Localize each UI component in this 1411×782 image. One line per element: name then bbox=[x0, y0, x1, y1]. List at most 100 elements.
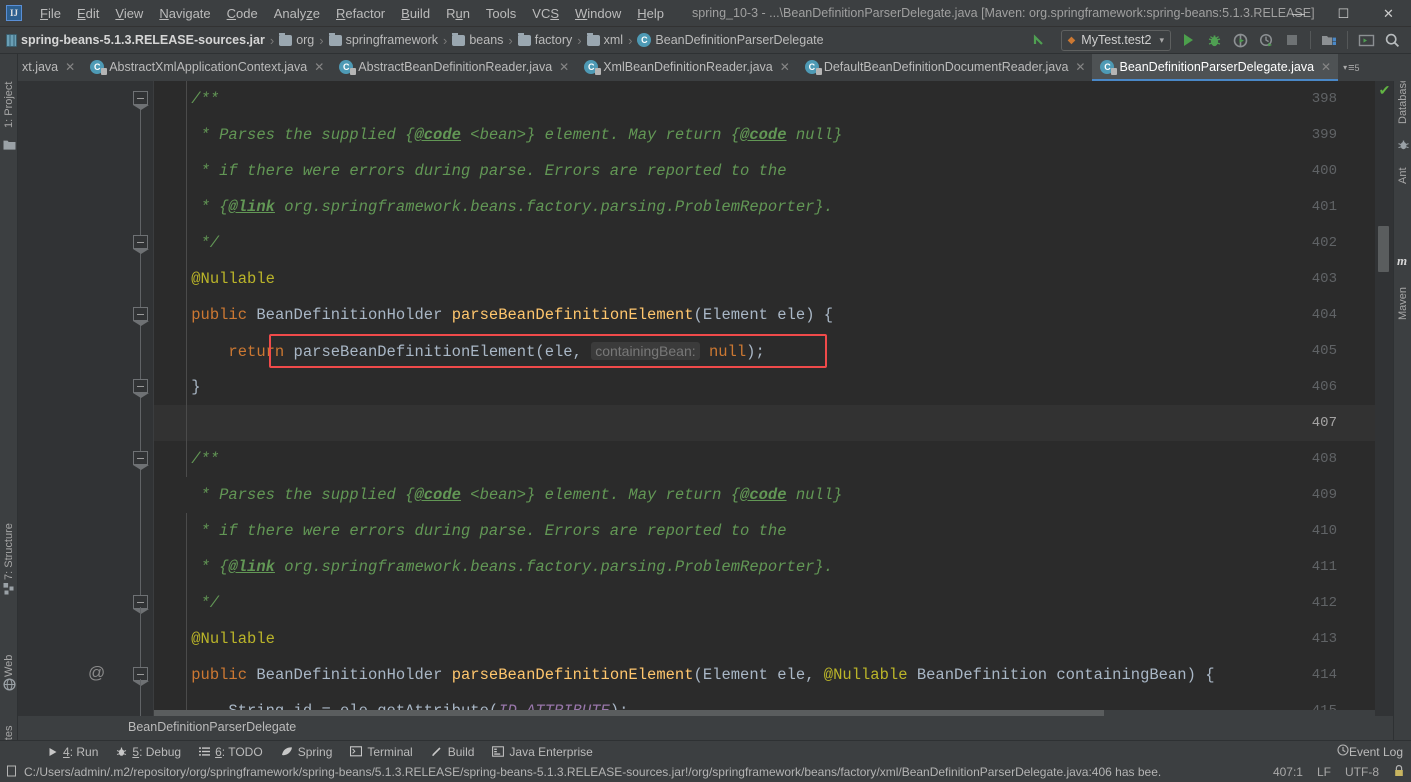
bottom-item-run[interactable]: 4: Run bbox=[48, 745, 98, 759]
breadcrumb-xml-label: xml bbox=[603, 33, 624, 47]
code-line[interactable]: */ bbox=[154, 585, 1393, 621]
bottom-item-todo[interactable]: 6: TODO bbox=[199, 745, 263, 759]
fold-marker-collapse[interactable] bbox=[133, 379, 149, 398]
close-icon[interactable]: ✕ bbox=[1321, 60, 1331, 74]
breadcrumb-item-xml[interactable]: xml bbox=[586, 32, 624, 47]
close-icon[interactable]: ✕ bbox=[559, 60, 569, 74]
code-line[interactable]: public BeanDefinitionHolder parseBeanDef… bbox=[154, 297, 1393, 333]
annotation-gutter-icon[interactable]: @ bbox=[88, 659, 105, 687]
title-bar: IJ File Edit View Navigate Code Analyze … bbox=[0, 0, 1411, 27]
code-line[interactable]: /** bbox=[154, 441, 1393, 477]
close-icon[interactable]: ✕ bbox=[65, 60, 75, 74]
code-line[interactable]: * Parses the supplied {@code <bean>} ele… bbox=[154, 117, 1393, 153]
line-separator[interactable]: LF bbox=[1317, 765, 1331, 779]
vertical-scrollbar-thumb[interactable] bbox=[1378, 226, 1389, 272]
code-line[interactable]: * {@link org.springframework.beans.facto… bbox=[154, 549, 1393, 585]
tab-default-bean-definition-document-reader[interactable]: C DefaultBeanDefinitionDocumentReader.ja… bbox=[797, 54, 1093, 81]
fold-marker-collapse[interactable] bbox=[133, 235, 149, 254]
code-token: */ bbox=[154, 594, 220, 612]
code-token: <bean>} element. May return { bbox=[460, 486, 741, 504]
run-configuration-selector[interactable]: ◆ MyTest.test2 ▾ bbox=[1060, 29, 1171, 51]
tab-overflow-button[interactable]: ▾ ≡ 5 bbox=[1338, 54, 1364, 81]
tab-abstract-xml-application-context[interactable]: C AbstractXmlApplicationContext.java ✕ bbox=[82, 54, 331, 81]
fold-marker-collapse[interactable] bbox=[133, 307, 149, 326]
code-line[interactable]: @Nullable bbox=[154, 261, 1393, 297]
code-line[interactable]: * if there were errors during parse. Err… bbox=[154, 513, 1393, 549]
menu-item-run[interactable]: Run bbox=[438, 0, 478, 27]
menu-item-navigate[interactable]: Navigate bbox=[151, 0, 218, 27]
file-encoding[interactable]: UTF-8 bbox=[1345, 765, 1379, 779]
maximize-button[interactable]: ☐ bbox=[1321, 0, 1366, 27]
event-log-button[interactable]: Event Log bbox=[1337, 744, 1403, 759]
breadcrumb-item-factory[interactable]: factory bbox=[517, 32, 572, 47]
bottom-item-spring[interactable]: Spring bbox=[281, 745, 332, 759]
lock-icon[interactable] bbox=[1393, 764, 1405, 780]
code-line[interactable]: public BeanDefinitionHolder parseBeanDef… bbox=[154, 657, 1393, 693]
editor-breadcrumb[interactable]: BeanDefinitionParserDelegate bbox=[18, 716, 1393, 738]
code-line[interactable]: * {@link org.springframework.beans.facto… bbox=[154, 189, 1393, 225]
bottom-item-debug[interactable]: 5: Debug bbox=[116, 745, 181, 759]
code-folding-column[interactable] bbox=[128, 81, 154, 716]
debug-button[interactable] bbox=[1202, 29, 1226, 51]
folder-icon bbox=[586, 32, 600, 46]
close-icon[interactable]: ✕ bbox=[780, 60, 790, 74]
breadcrumb-item-beans[interactable]: beans bbox=[452, 32, 503, 47]
close-icon[interactable]: ✕ bbox=[1075, 60, 1085, 74]
code-editor[interactable]: 398 399 400 401 402 403 404 405 406 407 … bbox=[18, 81, 1393, 716]
code-line[interactable]: * Parses the supplied {@code <bean>} ele… bbox=[154, 477, 1393, 513]
tab-abstract-application-context[interactable]: xt.java ✕ bbox=[18, 54, 82, 81]
annotation-token: @Nullable bbox=[191, 630, 275, 648]
terminal-button[interactable] bbox=[1354, 29, 1378, 51]
menu-item-analyze[interactable]: Analyze bbox=[266, 0, 328, 27]
menu-item-help[interactable]: Help bbox=[629, 0, 672, 27]
sidebar-item-web[interactable]: Web bbox=[0, 637, 18, 677]
tab-bean-definition-parser-delegate[interactable]: C BeanDefinitionParserDelegate.java ✕ bbox=[1092, 54, 1339, 81]
run-button[interactable] bbox=[1176, 29, 1200, 51]
caret-position[interactable]: 407:1 bbox=[1273, 765, 1303, 779]
menu-item-edit[interactable]: Edit bbox=[69, 0, 107, 27]
menu-item-file[interactable]: File bbox=[32, 0, 69, 27]
bottom-item-terminal[interactable]: Terminal bbox=[350, 745, 413, 759]
code-line[interactable]: @Nullable bbox=[154, 621, 1393, 657]
profile-button[interactable] bbox=[1254, 29, 1278, 51]
sidebar-item-maven[interactable]: Maven bbox=[1394, 272, 1411, 320]
menu-item-refactor[interactable]: Refactor bbox=[328, 0, 393, 27]
stop-button[interactable] bbox=[1280, 29, 1304, 51]
sidebar-item-structure[interactable]: 7: Structure bbox=[0, 494, 18, 580]
project-structure-button[interactable] bbox=[1317, 29, 1341, 51]
fold-marker-collapse[interactable] bbox=[133, 91, 149, 110]
status-message[interactable]: C:/Users/admin/.m2/repository/org/spring… bbox=[6, 765, 1161, 780]
breadcrumb-item-springframework[interactable]: springframework bbox=[328, 32, 438, 47]
menu-item-code[interactable]: Code bbox=[219, 0, 266, 27]
run-with-coverage-button[interactable] bbox=[1228, 29, 1252, 51]
bottom-item-java-enterprise[interactable]: Java Enterprise bbox=[492, 745, 593, 759]
breadcrumb-item-org[interactable]: org bbox=[279, 32, 314, 47]
back-arrow-icon[interactable] bbox=[1028, 29, 1052, 51]
code-line[interactable]: */ bbox=[154, 225, 1393, 261]
code-line[interactable]: } bbox=[154, 369, 1393, 405]
menu-item-build[interactable]: Build bbox=[393, 0, 438, 27]
menu-item-vcs[interactable]: VCS bbox=[524, 0, 567, 27]
menu-item-window[interactable]: Window bbox=[567, 0, 629, 27]
tab-xml-bean-definition-reader[interactable]: C XmlBeanDefinitionReader.java ✕ bbox=[576, 54, 797, 81]
editor-markup-scrollbar[interactable]: ✔ bbox=[1375, 81, 1393, 716]
menu-item-tools[interactable]: Tools bbox=[478, 0, 524, 27]
close-button[interactable]: ✕ bbox=[1366, 0, 1411, 27]
sidebar-item-project[interactable]: 1: Project bbox=[0, 58, 18, 128]
breadcrumb-item-jar[interactable]: spring-beans-5.1.3.RELEASE-sources.jar bbox=[6, 33, 265, 47]
inspection-ok-icon[interactable]: ✔ bbox=[1378, 83, 1391, 97]
minimize-button[interactable]: — bbox=[1276, 0, 1321, 27]
code-line-highlighted[interactable]: return parseBeanDefinitionElement(ele, c… bbox=[154, 333, 1393, 369]
close-icon[interactable]: ✕ bbox=[314, 60, 324, 74]
code-line-current[interactable] bbox=[154, 405, 1393, 441]
menu-item-view[interactable]: View bbox=[107, 0, 151, 27]
search-everywhere-button[interactable] bbox=[1380, 29, 1404, 51]
code-line[interactable]: /** bbox=[154, 81, 1393, 117]
sidebar-item-ant[interactable]: Ant bbox=[1394, 154, 1411, 184]
tab-abstract-bean-definition-reader[interactable]: C AbstractBeanDefinitionReader.java ✕ bbox=[331, 54, 576, 81]
code-text-area[interactable]: /** * Parses the supplied {@code <bean>}… bbox=[154, 81, 1393, 716]
fold-marker-collapse[interactable] bbox=[133, 451, 149, 470]
breadcrumb-item-class[interactable]: C BeanDefinitionParserDelegate bbox=[637, 33, 824, 47]
code-line[interactable]: * if there were errors during parse. Err… bbox=[154, 153, 1393, 189]
bottom-item-build[interactable]: Build bbox=[431, 745, 474, 759]
